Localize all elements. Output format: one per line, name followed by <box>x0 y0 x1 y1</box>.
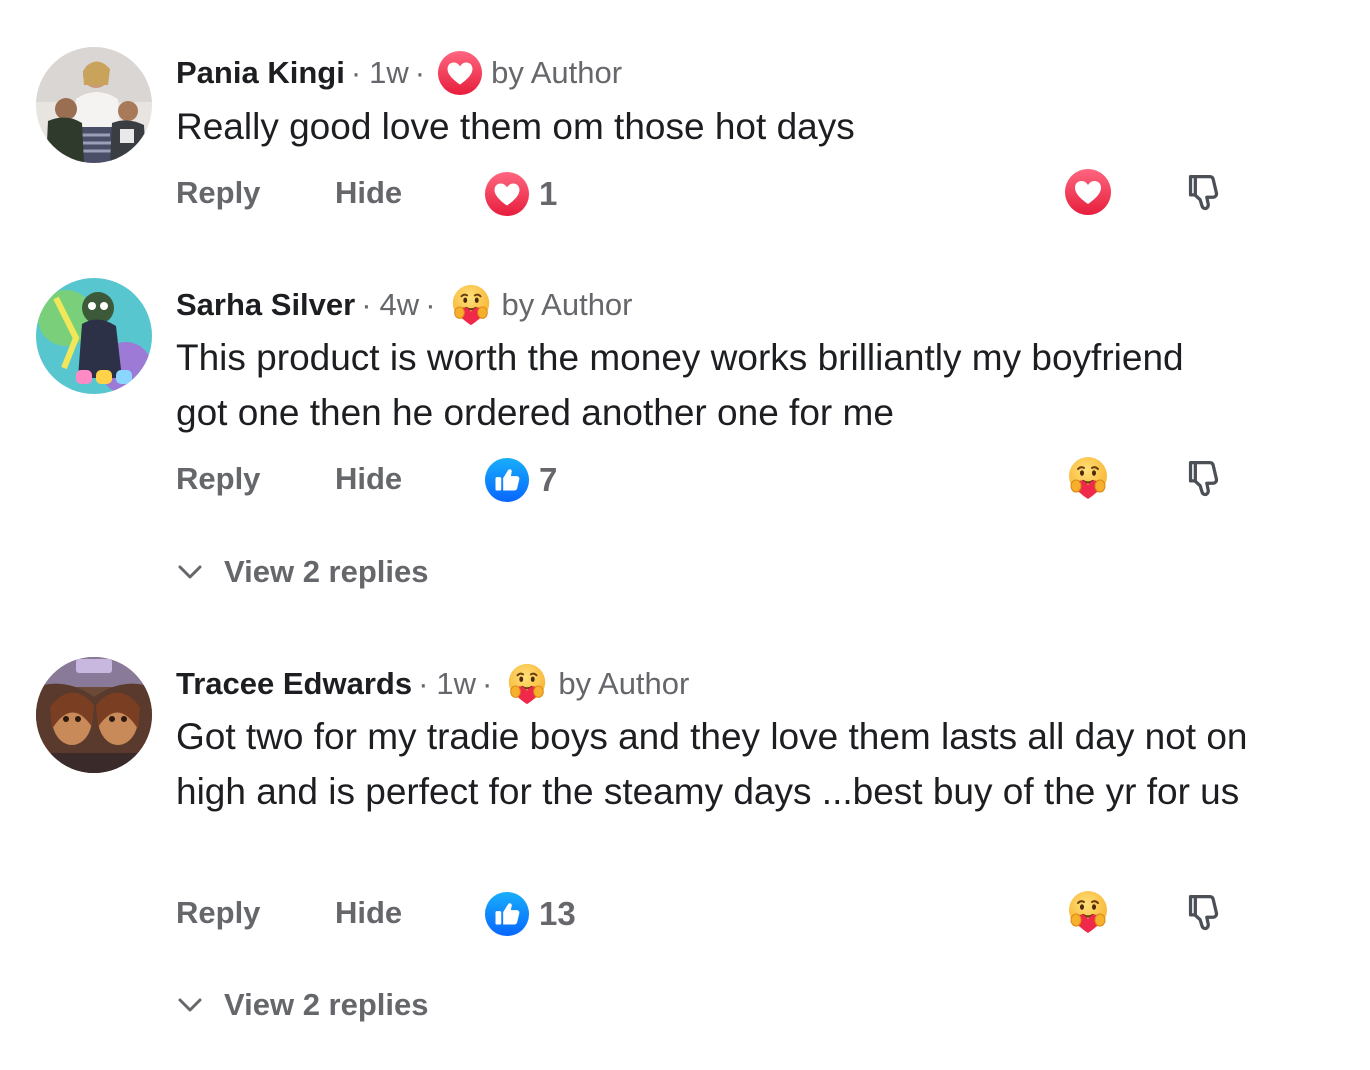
timestamp[interactable]: 4w <box>380 287 420 323</box>
separator: · <box>482 666 493 701</box>
reaction-count: 7 <box>539 461 558 498</box>
reaction-summary[interactable]: 1 <box>484 171 557 217</box>
like-thumb-icon <box>484 891 530 937</box>
reply-button[interactable]: Reply <box>176 454 260 504</box>
care-hug-emoji-icon[interactable] <box>1064 888 1112 936</box>
reaction-count: 13 <box>539 895 576 932</box>
author-name[interactable]: Sarha Silver <box>176 287 355 323</box>
love-heart-icon <box>484 171 530 217</box>
love-heart-icon[interactable] <box>1064 168 1112 216</box>
view-replies-label: View 2 replies <box>224 987 429 1022</box>
separator: · <box>414 55 426 90</box>
comment-actions: Reply Hide 7 <box>176 454 1246 504</box>
timestamp[interactable]: 1w <box>369 55 409 91</box>
reply-button[interactable]: Reply <box>176 888 260 938</box>
chevron-down-icon <box>176 991 204 1019</box>
hide-button[interactable]: Hide <box>335 888 402 938</box>
love-heart-icon <box>437 50 483 96</box>
author-name[interactable]: Tracee Edwards <box>176 666 412 702</box>
reaction-count: 1 <box>539 175 558 212</box>
like-thumb-icon <box>484 457 530 503</box>
by-author-label: by Author <box>501 287 633 322</box>
dislike-icon[interactable] <box>1180 169 1226 215</box>
reaction-summary[interactable]: 13 <box>484 891 576 937</box>
separator: · <box>425 287 436 322</box>
dislike-icon[interactable] <box>1180 889 1226 935</box>
by-author-label: by Author <box>491 55 623 90</box>
comment-text: Got two for my tradie boys and they love… <box>176 716 1248 812</box>
author-name[interactable]: Pania Kingi <box>176 55 345 91</box>
by-author-label: by Author <box>558 666 690 701</box>
reply-button[interactable]: Reply <box>176 168 260 218</box>
care-hug-emoji-icon[interactable] <box>1064 454 1112 502</box>
comment-meta: Sarha Silver · 4w · by Author <box>176 282 633 328</box>
avatar[interactable] <box>36 278 152 394</box>
view-replies-button[interactable]: View 2 replies <box>176 553 429 591</box>
view-replies-label: View 2 replies <box>224 554 429 589</box>
separator: · <box>350 55 362 90</box>
reaction-summary[interactable]: 7 <box>484 457 557 503</box>
avatar[interactable] <box>36 47 152 163</box>
comment-text: Really good love them om those hot days <box>176 106 855 147</box>
separator: · <box>418 666 429 701</box>
care-hug-emoji-icon <box>504 661 550 707</box>
comment-text: This product is worth the money works br… <box>176 337 1184 433</box>
chevron-down-icon <box>176 558 204 586</box>
comment-meta: Pania Kingi · 1w · by Author <box>176 50 622 96</box>
comment-meta: Tracee Edwards · 1w · by Author <box>176 661 689 707</box>
separator: · <box>361 287 372 322</box>
comment-actions: Reply Hide 13 <box>176 888 1246 938</box>
avatar[interactable] <box>36 657 152 773</box>
hide-button[interactable]: Hide <box>335 168 402 218</box>
hide-button[interactable]: Hide <box>335 454 402 504</box>
timestamp[interactable]: 1w <box>436 666 476 702</box>
dislike-icon[interactable] <box>1180 455 1226 501</box>
view-replies-button[interactable]: View 2 replies <box>176 986 429 1024</box>
care-hug-emoji-icon <box>448 282 494 328</box>
comment-actions: Reply Hide 1 <box>176 168 1246 218</box>
